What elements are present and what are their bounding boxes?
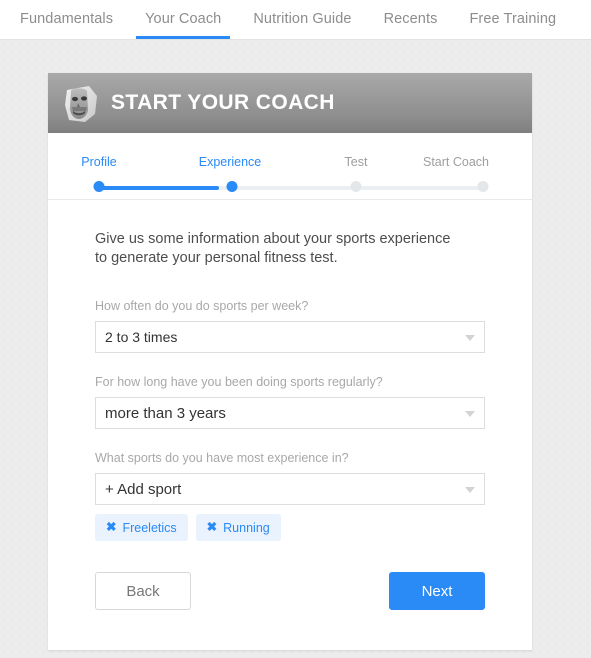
sports-duration-select[interactable]: more than 3 years: [95, 397, 485, 429]
progress-stepper: Profile Experience Test Start Coach: [48, 133, 532, 200]
step-dot-test[interactable]: [350, 181, 362, 192]
nav-tab-nutrition-guide[interactable]: Nutrition Guide: [244, 0, 360, 39]
nav-tab-label: Recents: [383, 11, 438, 27]
step-dot-experience[interactable]: [226, 181, 238, 192]
chevron-down-icon: [465, 335, 475, 341]
step-dot-start-coach[interactable]: [477, 181, 489, 192]
nav-tab-label: Your Coach: [145, 11, 222, 27]
stepper-progress-fill: [99, 186, 219, 190]
nav-tab-recents[interactable]: Recents: [375, 0, 447, 39]
back-button[interactable]: Back: [95, 572, 191, 610]
stepper-labels: Profile Experience Test Start Coach: [48, 155, 532, 171]
selected-sports-chips: ✖ Freeletics ✖ Running: [95, 514, 485, 541]
chip-running[interactable]: ✖ Running: [195, 514, 281, 541]
top-navigation-tabs: Fundamentals Your Coach Nutrition Guide …: [0, 0, 591, 39]
form-actions: Back Next: [95, 572, 485, 650]
select-value: 2 to 3 times: [105, 329, 178, 345]
field-sports-duration: For how long have you been doing sports …: [95, 375, 485, 429]
sports-frequency-select[interactable]: 2 to 3 times: [95, 321, 485, 353]
card-header: START YOUR COACH: [48, 73, 532, 133]
nav-tab-label: Fundamentals: [20, 11, 114, 27]
coach-avatar-icon: [59, 81, 103, 125]
remove-icon[interactable]: ✖: [207, 521, 217, 534]
chevron-down-icon: [465, 487, 475, 493]
step-label-profile[interactable]: Profile: [81, 155, 116, 169]
step-label-start-coach[interactable]: Start Coach: [423, 155, 489, 169]
intro-text: Give us some information about your spor…: [95, 231, 451, 266]
field-label: How often do you do sports per week?: [95, 299, 309, 313]
field-sports-frequency: How often do you do sports per week? 2 t…: [95, 299, 485, 353]
field-sports-experience: What sports do you have most experience …: [95, 451, 485, 505]
stepper-track: [99, 186, 479, 190]
chip-freeletics[interactable]: ✖ Freeletics: [95, 514, 188, 541]
remove-icon[interactable]: ✖: [106, 521, 116, 534]
field-label: What sports do you have most experience …: [95, 451, 349, 465]
nav-tab-label: Free Training: [469, 11, 557, 27]
field-label: For how long have you been doing sports …: [95, 375, 383, 389]
step-label-test[interactable]: Test: [345, 155, 368, 169]
next-button[interactable]: Next: [389, 572, 485, 610]
card-body: Give us some information about your spor…: [48, 200, 532, 650]
card-title: START YOUR COACH: [111, 91, 335, 114]
start-your-coach-card: START YOUR COACH Profile Experience Test…: [48, 73, 532, 650]
nav-tab-free-training[interactable]: Free Training: [460, 0, 565, 39]
select-value: + Add sport: [105, 480, 182, 498]
nav-tab-fundamentals[interactable]: Fundamentals: [11, 0, 122, 39]
chip-label: Running: [223, 520, 270, 535]
step-dot-profile[interactable]: [93, 181, 105, 192]
add-sport-select[interactable]: + Add sport: [95, 473, 485, 505]
nav-tab-label: Nutrition Guide: [253, 11, 352, 27]
top-navigation-bar: Fundamentals Your Coach Nutrition Guide …: [0, 0, 591, 40]
step-label-experience[interactable]: Experience: [199, 155, 262, 169]
select-value: more than 3 years: [105, 404, 226, 422]
chevron-down-icon: [465, 411, 475, 417]
chip-label: Freeletics: [122, 520, 177, 535]
nav-tab-your-coach[interactable]: Your Coach: [136, 0, 231, 39]
